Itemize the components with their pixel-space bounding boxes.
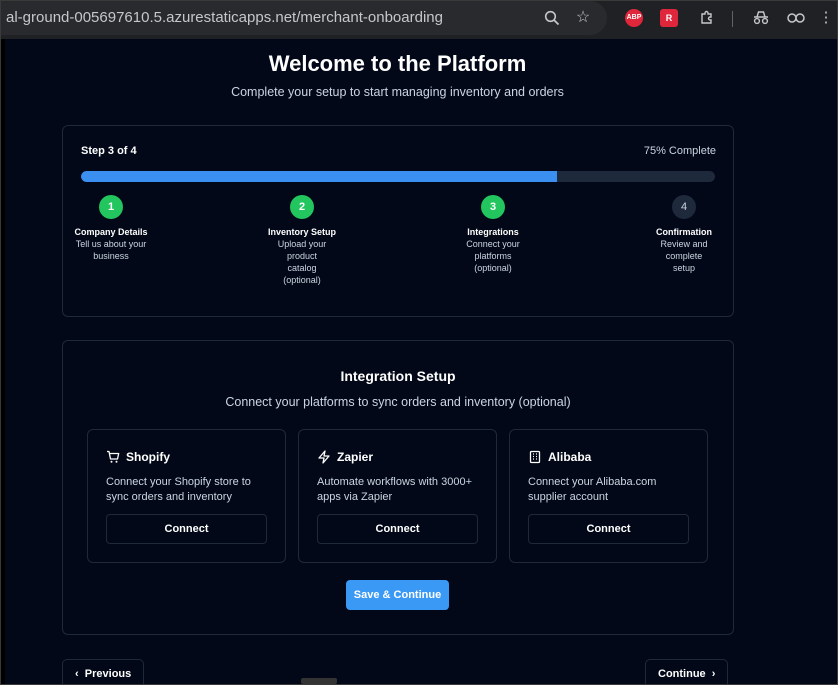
step-3-description: Connect your platforms (optional) — [466, 239, 520, 273]
step-1-indicator: 1 — [99, 195, 123, 219]
extensions-puzzle-icon[interactable] — [696, 7, 718, 29]
step-3-indicator: 3 — [481, 195, 505, 219]
horizontal-scrollbar[interactable] — [301, 678, 337, 684]
step-2-indicator: 2 — [290, 195, 314, 219]
progress-bar — [81, 171, 715, 182]
step-1-description: Tell us about your business — [75, 239, 147, 261]
continue-button[interactable]: Continue › — [645, 659, 729, 684]
chevron-right-icon: › — [711, 668, 716, 680]
zapier-card: Zapier Automate workflows with 3000+ app… — [298, 429, 497, 563]
step-4-indicator: 4 — [672, 195, 696, 219]
previous-button[interactable]: ‹ Previous — [62, 659, 145, 684]
step-4-description: Review and complete setup — [660, 239, 708, 273]
step-4-name: Confirmation — [656, 227, 712, 237]
zapier-name: Zapier — [337, 450, 374, 464]
zap-icon — [317, 450, 331, 464]
url-text[interactable]: al-ground-005697610.5.azurestaticapps.ne… — [6, 9, 443, 26]
address-bar[interactable]: al-ground-005697610.5.azurestaticapps.ne… — [1, 1, 607, 35]
link-icon[interactable] — [785, 7, 807, 29]
step-3-name: Integrations — [467, 227, 519, 237]
page-content: Welcome to the Platform Complete your se… — [1, 39, 837, 684]
alibaba-card: Alibaba Connect your Alibaba.com supplie… — [509, 429, 708, 563]
chevron-left-icon: ‹ — [75, 668, 79, 680]
bookmark-star-icon[interactable]: ☆ — [573, 8, 593, 28]
progress-fill — [81, 171, 557, 182]
step-2-description: Upload your product catalog (optional) — [277, 239, 327, 285]
page-subtitle: Complete your setup to start managing in… — [231, 85, 564, 99]
adblock-extension-icon[interactable]: ABP — [625, 9, 643, 27]
zoom-icon[interactable] — [542, 8, 562, 28]
percent-label: 75% Complete — [643, 145, 716, 157]
cart-icon — [106, 450, 120, 464]
toolbar-divider — [732, 11, 733, 27]
r-extension-icon[interactable]: R — [660, 9, 678, 27]
progress-card: Step 3 of 4 75% Complete 1 Company Detai… — [62, 125, 734, 317]
integration-subtitle: Connect your platforms to sync orders an… — [225, 395, 571, 409]
step-3: 3 Integrations Connect your platforms (o… — [453, 195, 533, 274]
integration-card: Integration Setup Connect your platforms… — [62, 340, 734, 635]
step-2-name: Inventory Setup — [267, 227, 336, 237]
shopify-name: Shopify — [126, 450, 170, 464]
browser-window: al-ground-005697610.5.azurestaticapps.ne… — [0, 0, 838, 685]
step-4: 4 Confirmation Review and complete setup — [644, 195, 724, 274]
step-1: 1 Company Details Tell us about your bus… — [71, 195, 151, 262]
shopify-connect-button[interactable]: Connect — [106, 514, 267, 544]
zapier-description: Automate workflows with 3000+ apps via Z… — [317, 476, 472, 503]
alibaba-description: Connect your Alibaba.com supplier accoun… — [528, 476, 657, 503]
incognito-icon[interactable] — [750, 7, 772, 29]
shopify-description: Connect your Shopify store to sync order… — [106, 476, 251, 503]
save-continue-button[interactable]: Save & Continue — [346, 580, 449, 610]
page-title: Welcome to the Platform — [268, 51, 527, 76]
zapier-connect-button[interactable]: Connect — [317, 514, 478, 544]
shopify-card: Shopify Connect your Shopify store to sy… — [87, 429, 286, 563]
integration-title: Integration Setup — [340, 368, 456, 384]
menu-dots-icon[interactable]: ⋮ — [815, 7, 837, 29]
browser-toolbar: al-ground-005697610.5.azurestaticapps.ne… — [1, 1, 837, 39]
step-2: 2 Inventory Setup Upload your product ca… — [262, 195, 342, 286]
alibaba-name: Alibaba — [548, 450, 592, 464]
building-icon — [528, 450, 542, 464]
step-1-name: Company Details — [74, 227, 148, 237]
continue-label: Continue — [658, 668, 706, 680]
previous-label: Previous — [84, 668, 132, 680]
left-edge — [1, 39, 5, 684]
alibaba-connect-button[interactable]: Connect — [528, 514, 689, 544]
step-label: Step 3 of 4 — [81, 145, 137, 157]
